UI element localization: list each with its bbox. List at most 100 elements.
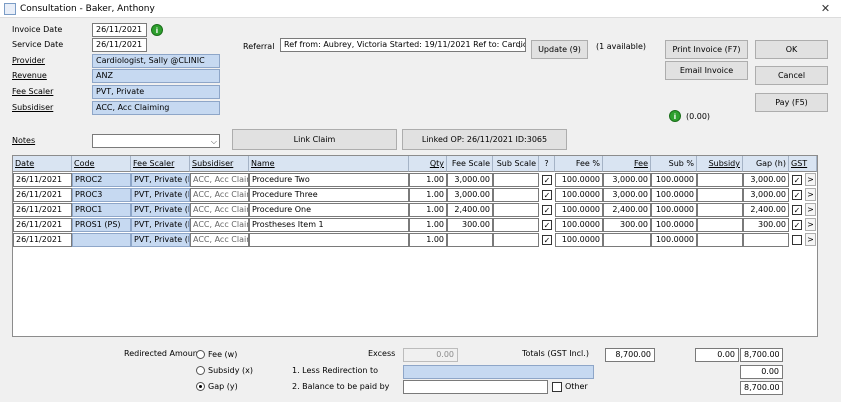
cell-subsidiser[interactable]: ACC, Acc Claimin xyxy=(190,218,249,232)
cell-gap[interactable]: 3,000.00 xyxy=(743,173,789,187)
cell-fee-scaler[interactable]: PVT, Private (Fee xyxy=(131,173,190,187)
row-expand-button[interactable]: > xyxy=(805,233,816,246)
cell-gap[interactable] xyxy=(743,233,789,247)
cell-gap[interactable]: 2,400.00 xyxy=(743,203,789,217)
cell-sub-scale[interactable] xyxy=(493,188,539,202)
cell-fee[interactable]: 3,000.00 xyxy=(603,173,651,187)
cell-subsidy[interactable] xyxy=(697,203,743,217)
cell-code[interactable]: PROC3 xyxy=(72,188,131,202)
cell-fee-scale[interactable]: 3,000.00 xyxy=(447,173,493,187)
cell-fee-scaler[interactable]: PVT, Private (Fee xyxy=(131,233,190,247)
other-checkbox[interactable] xyxy=(552,382,562,392)
cell-sub-scale[interactable] xyxy=(493,203,539,217)
cell-gap[interactable]: 300.00 xyxy=(743,218,789,232)
close-icon[interactable]: ✕ xyxy=(812,1,839,16)
cell-date[interactable]: 26/11/2021 xyxy=(13,203,72,217)
cell-gst-checkbox[interactable]: ✓ xyxy=(792,175,802,185)
info-icon[interactable]: i xyxy=(151,24,163,36)
cell-fee-scale[interactable]: 3,000.00 xyxy=(447,188,493,202)
col-header-date[interactable]: Date xyxy=(13,156,72,172)
cell-name[interactable] xyxy=(249,233,409,247)
cell-check-checkbox[interactable]: ✓ xyxy=(542,220,552,230)
cell-code[interactable]: PROS1 (PS) xyxy=(72,218,131,232)
cell-check-checkbox[interactable]: ✓ xyxy=(542,175,552,185)
cell-gst-checkbox[interactable] xyxy=(792,235,802,245)
cell-fee[interactable]: 2,400.00 xyxy=(603,203,651,217)
cell-qty[interactable]: 1.00 xyxy=(409,233,447,247)
revenue-field[interactable]: ANZ xyxy=(92,69,220,83)
radio-fee[interactable] xyxy=(196,350,205,359)
link-claim-button[interactable]: Link Claim xyxy=(232,129,397,150)
col-header-sub-scale[interactable]: Sub Scale xyxy=(493,156,539,172)
radio-gap[interactable] xyxy=(196,382,205,391)
cell-subsidy[interactable] xyxy=(697,188,743,202)
cell-fee[interactable]: 300.00 xyxy=(603,218,651,232)
cell-qty[interactable]: 1.00 xyxy=(409,173,447,187)
notes-dropdown[interactable]: ⌵ xyxy=(92,134,220,148)
service-date-field[interactable]: 26/11/2021 xyxy=(92,38,147,52)
cell-subsidiser[interactable]: ACC, Acc Claimin xyxy=(190,233,249,247)
col-header-name[interactable]: Name xyxy=(249,156,409,172)
cell-name[interactable]: Prostheses Item 1 xyxy=(249,218,409,232)
col-header-gap[interactable]: Gap (h) xyxy=(743,156,789,172)
col-header-fee-scaler[interactable]: Fee Scaler xyxy=(131,156,190,172)
cell-sub-pct[interactable]: 100.0000 xyxy=(651,203,697,217)
linked-op-button[interactable]: Linked OP: 26/11/2021 ID:3065 xyxy=(402,129,567,150)
row-expand-button[interactable]: > xyxy=(805,188,816,201)
cell-subsidy[interactable] xyxy=(697,233,743,247)
cell-check-checkbox[interactable]: ✓ xyxy=(542,205,552,215)
col-header-fee[interactable]: Fee xyxy=(603,156,651,172)
col-header-qty[interactable]: Qty xyxy=(409,156,447,172)
cell-fee-scaler[interactable]: PVT, Private (Fee xyxy=(131,188,190,202)
col-header-fee-pct[interactable]: Fee % xyxy=(555,156,603,172)
col-header-code[interactable]: Code xyxy=(72,156,131,172)
cell-fee-pct[interactable]: 100.0000 xyxy=(555,188,603,202)
cell-qty[interactable]: 1.00 xyxy=(409,203,447,217)
cell-sub-scale[interactable] xyxy=(493,233,539,247)
cell-check-checkbox[interactable]: ✓ xyxy=(542,235,552,245)
invoice-date-field[interactable]: 26/11/2021 xyxy=(92,23,147,37)
cell-qty[interactable]: 1.00 xyxy=(409,188,447,202)
cell-fee[interactable] xyxy=(603,233,651,247)
pay-button[interactable]: Pay (F5) xyxy=(755,93,828,112)
cell-fee-scaler[interactable]: PVT, Private (Fee xyxy=(131,218,190,232)
cell-sub-pct[interactable]: 100.0000 xyxy=(651,218,697,232)
cell-fee-pct[interactable]: 100.0000 xyxy=(555,173,603,187)
update-button[interactable]: Update (9) xyxy=(531,40,588,59)
cancel-button[interactable]: Cancel xyxy=(755,66,828,85)
cell-fee-pct[interactable]: 100.0000 xyxy=(555,233,603,247)
cell-code[interactable]: PROC2 xyxy=(72,173,131,187)
cell-fee-pct[interactable]: 100.0000 xyxy=(555,218,603,232)
cell-fee[interactable]: 3,000.00 xyxy=(603,188,651,202)
cell-subsidy[interactable] xyxy=(697,173,743,187)
cell-qty[interactable]: 1.00 xyxy=(409,218,447,232)
cell-subsidiser[interactable]: ACC, Acc Claimin xyxy=(190,173,249,187)
cell-check-checkbox[interactable]: ✓ xyxy=(542,190,552,200)
email-invoice-button[interactable]: Email Invoice xyxy=(665,61,748,80)
col-header-gst[interactable]: GST xyxy=(789,156,817,172)
row-expand-button[interactable]: > xyxy=(805,218,816,231)
col-header-subsidy[interactable]: Subsidy xyxy=(697,156,743,172)
ok-button[interactable]: OK xyxy=(755,40,828,59)
cell-date[interactable]: 26/11/2021 xyxy=(13,218,72,232)
row-expand-button[interactable]: > xyxy=(805,203,816,216)
col-header-subsidiser[interactable]: Subsidiser xyxy=(190,156,249,172)
cell-gst-checkbox[interactable]: ✓ xyxy=(792,220,802,230)
cell-name[interactable]: Procedure Three xyxy=(249,188,409,202)
cell-date[interactable]: 26/11/2021 xyxy=(13,188,72,202)
col-header-question[interactable]: ? xyxy=(539,156,555,172)
cell-date[interactable]: 26/11/2021 xyxy=(13,233,72,247)
cell-fee-scale[interactable]: 300.00 xyxy=(447,218,493,232)
cell-gap[interactable]: 3,000.00 xyxy=(743,188,789,202)
col-header-fee-scale[interactable]: Fee Scale xyxy=(447,156,493,172)
col-header-sub-pct[interactable]: Sub % xyxy=(651,156,697,172)
cell-fee-scale[interactable] xyxy=(447,233,493,247)
cell-date[interactable]: 26/11/2021 xyxy=(13,173,72,187)
cell-fee-scaler[interactable]: PVT, Private (Fee xyxy=(131,203,190,217)
cell-gst-checkbox[interactable]: ✓ xyxy=(792,190,802,200)
cell-code[interactable] xyxy=(72,233,131,247)
cell-subsidiser[interactable]: ACC, Acc Claimin xyxy=(190,188,249,202)
redirection-target-field[interactable] xyxy=(403,365,594,379)
cell-subsidy[interactable] xyxy=(697,218,743,232)
referral-dropdown[interactable]: Ref from: Aubrey, Victoria Started: 19/1… xyxy=(280,38,526,52)
